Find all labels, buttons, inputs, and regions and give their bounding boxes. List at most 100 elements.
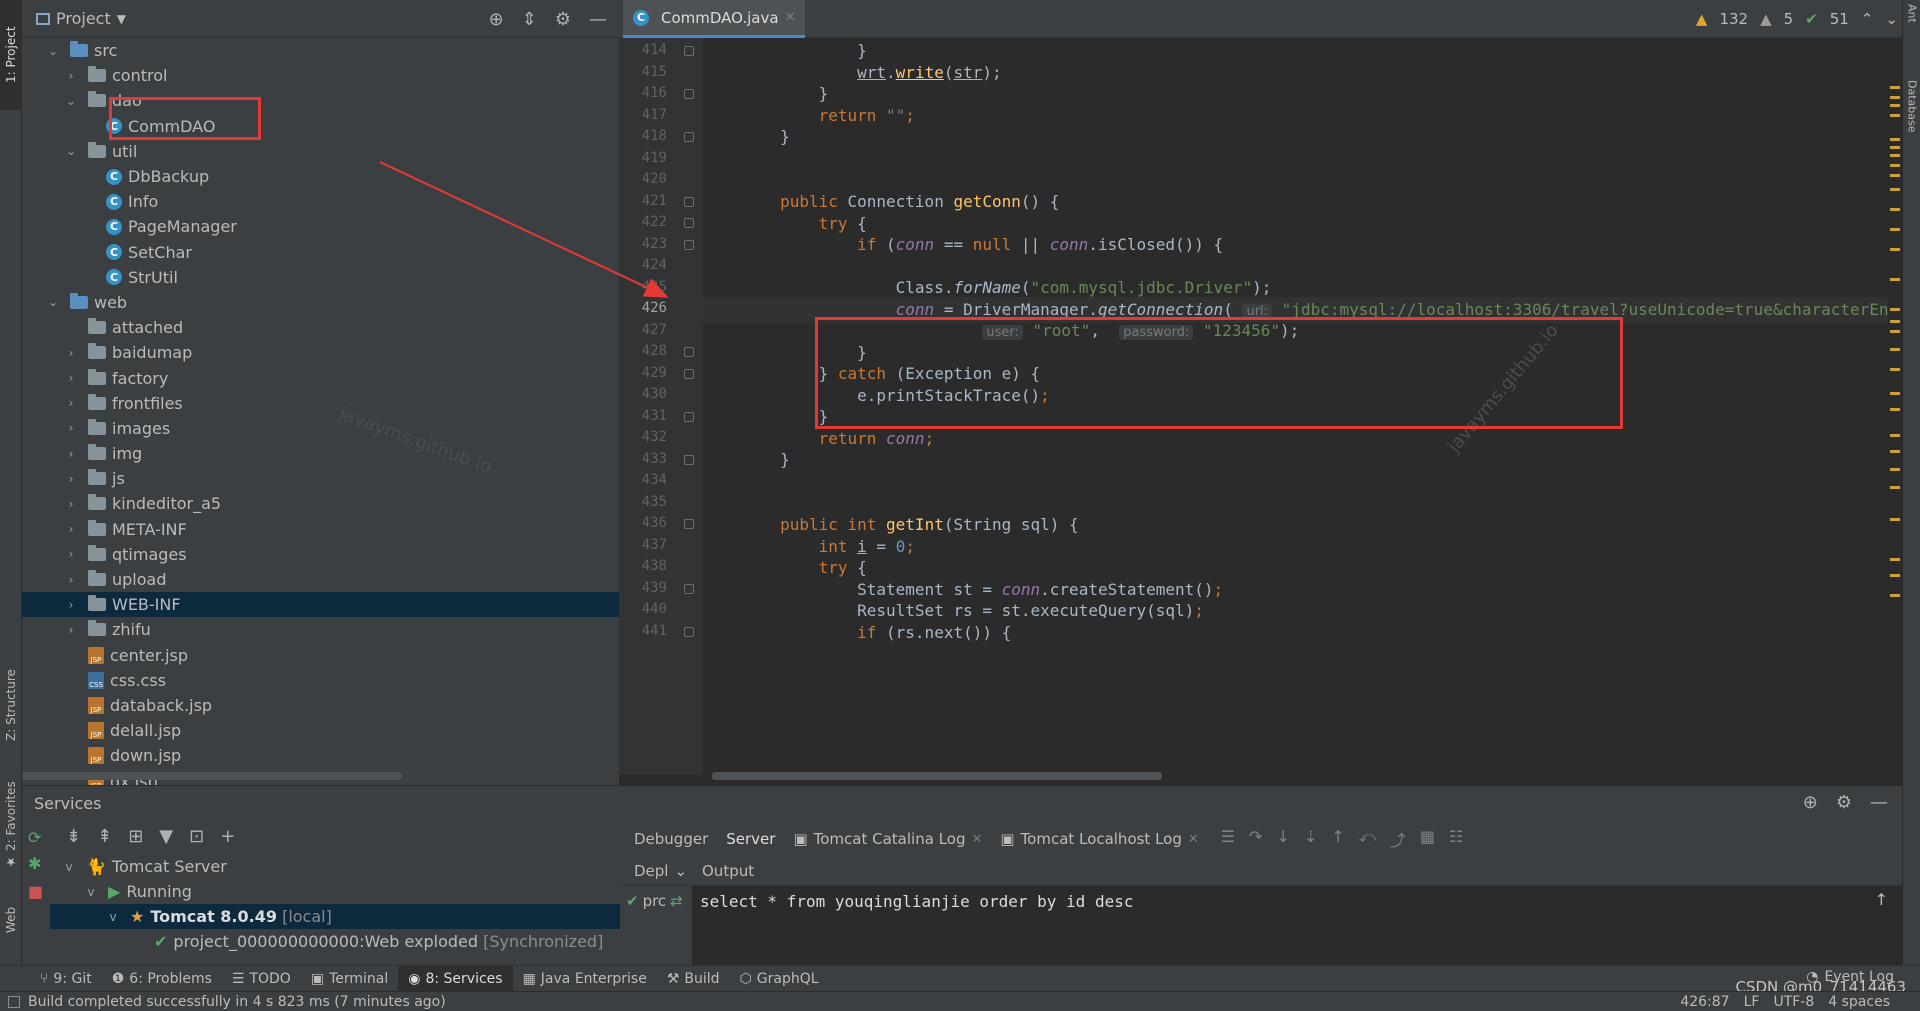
tree-item[interactable]: › zhifu [22,617,619,642]
close-icon[interactable]: ✕ [971,832,982,847]
tool-window-git[interactable]: ⑂ 9: Git [30,966,102,992]
tree-item[interactable]: JSP center.jsp [22,643,619,668]
fold-marker-icon[interactable] [684,583,694,594]
force-step-into-icon[interactable]: ⇣ [1304,827,1317,851]
close-icon[interactable]: ✕ [785,10,796,25]
tree-item[interactable]: › baidumap [22,340,619,365]
filter-icon[interactable]: ▼ [159,826,173,847]
chevron-right-icon[interactable]: › [64,371,78,385]
tree-item[interactable]: › META-INF [22,517,619,542]
warning-marker[interactable] [1890,594,1900,597]
add-service-icon[interactable]: + [220,826,235,847]
warning-marker[interactable] [1890,146,1900,149]
tree-node-running[interactable]: v ▶ Running [50,879,642,904]
warning-marker[interactable] [1890,228,1900,231]
project-horizontal-scrollbar[interactable] [22,772,402,780]
warning-marker[interactable] [1890,434,1900,437]
chevron-down-icon[interactable]: v [62,860,76,874]
tool-tab-project[interactable]: 1: Project [0,0,22,110]
fold-marker-icon[interactable] [684,411,694,422]
error-stripe[interactable] [1888,38,1902,775]
warning-marker[interactable] [1890,248,1900,251]
tree-node-tomcat-server[interactable]: v 🐈 Tomcat Server [50,854,642,879]
tree-node-tomcat-instance[interactable]: v ★ Tomcat 8.0.49 [local] [50,904,642,929]
warning-marker[interactable] [1890,408,1900,411]
chevron-right-icon[interactable]: › [64,547,78,561]
tool-tab-database[interactable]: Database [1903,80,1920,170]
minimize-icon[interactable]: — [589,9,607,30]
fold-marker-icon[interactable] [684,89,694,99]
warning-marker[interactable] [1890,486,1900,489]
chevron-down-icon[interactable]: ⌄ [64,94,78,108]
chevron-down-icon[interactable]: ⌄ [46,44,60,58]
tree-item[interactable]: › kindeditor_a5 [22,491,619,516]
collapse-all-icon[interactable]: ⇞ [97,826,112,847]
warning-marker[interactable] [1890,86,1900,89]
rerun-icon[interactable]: ⟳ [28,828,41,847]
menu-icon[interactable]: ☰ [1221,827,1235,851]
warning-marker[interactable] [1890,392,1900,395]
fold-marker-icon[interactable] [684,368,694,379]
warning-marker[interactable] [1890,154,1900,157]
tree-item[interactable]: › frontfiles [22,391,619,416]
tree-item[interactable]: › control [22,63,619,88]
editor-horizontal-scrollbar[interactable] [712,772,1162,780]
deployment-item[interactable]: ✔ prc ⇄ [626,892,683,910]
chevron-right-icon[interactable]: › [64,573,78,587]
warning-marker[interactable] [1890,278,1900,281]
chevron-right-icon[interactable]: › [64,69,78,83]
warning-marker[interactable] [1890,518,1900,521]
locate-icon[interactable]: ⊕ [1803,792,1818,813]
tree-item[interactable]: CSS css.css [22,668,619,693]
run-to-cursor-icon[interactable]: ⤴ [1390,827,1406,851]
step-into-icon[interactable]: ↓ [1277,827,1290,851]
tree-node-artifact[interactable]: ✔ project_000000000000:Web exploded [Syn… [50,929,642,954]
step-over-icon[interactable]: ↷ [1249,827,1262,851]
warning-marker[interactable] [1890,164,1900,167]
expand-all-icon[interactable]: ⇟ [66,826,81,847]
tool-window-todo[interactable]: ☰ TODO [222,966,301,992]
chevron-down-icon[interactable]: ⌄ [674,862,687,880]
tree-item[interactable]: › factory [22,365,619,390]
scroll-up-icon[interactable]: ↑ [1875,890,1888,909]
tree-item[interactable]: JSP databack.jsp [22,693,619,718]
tree-item[interactable]: attached [22,315,619,340]
chevron-down-icon[interactable]: ⌄ [46,295,60,309]
status-toggle-icon[interactable] [8,995,20,1008]
debug-icon[interactable]: ✱ [28,854,41,873]
tool-window-terminal[interactable]: ▣ Terminal [301,966,398,992]
tab-localhost-log[interactable]: ▣ Tomcat Localhost Log ✕ [1000,830,1198,848]
trace-icon[interactable]: ☷ [1449,827,1463,851]
editor-tab-commdao[interactable]: C CommDAO.java ✕ [623,0,806,38]
tool-window-services[interactable]: ◉ 8: Services [398,965,513,992]
chevron-down-icon[interactable]: ⌄ [64,144,78,158]
project-panel-title[interactable]: Project [56,9,111,28]
chevron-right-icon[interactable]: › [64,472,78,486]
redeploy-icon[interactable]: ⇄ [670,892,683,910]
tool-tab-favorites[interactable]: ★ 2: Favorites [0,775,22,875]
chevron-down-icon[interactable]: ▼ [117,12,126,26]
warning-marker[interactable] [1890,368,1900,371]
tree-item[interactable]: JSP down.jsp [22,743,619,768]
chevron-right-icon[interactable]: › [64,396,78,410]
fold-marker-icon[interactable] [684,218,694,228]
output-console[interactable]: select * from youqinglianjie order by id… [692,886,1902,966]
tree-item[interactable]: › upload [22,567,619,592]
tree-item[interactable]: › js [22,466,619,491]
chevron-down-icon[interactable]: v [84,885,98,899]
warning-marker[interactable] [1890,468,1900,471]
warning-marker[interactable] [1890,138,1900,141]
tool-window-problems[interactable]: ❶ 6: Problems [102,966,222,992]
new-tab-icon[interactable]: ⊡ [189,826,204,847]
warning-marker[interactable] [1890,320,1900,323]
chevron-down-icon[interactable]: v [106,910,120,924]
deployment-header-cell[interactable]: Depl ⌄ [620,862,692,880]
tool-window-java-enterprise[interactable]: ▦ Java Enterprise [513,966,657,992]
fold-marker-icon[interactable] [684,239,694,250]
indent-setting[interactable]: 4 spaces [1828,994,1890,1010]
warning-marker[interactable] [1890,308,1900,311]
tab-debugger[interactable]: Debugger [634,830,708,848]
locate-icon[interactable]: ⊕ [489,9,504,30]
warning-marker[interactable] [1890,174,1900,177]
tree-item[interactable]: ⌄ src [22,38,619,63]
